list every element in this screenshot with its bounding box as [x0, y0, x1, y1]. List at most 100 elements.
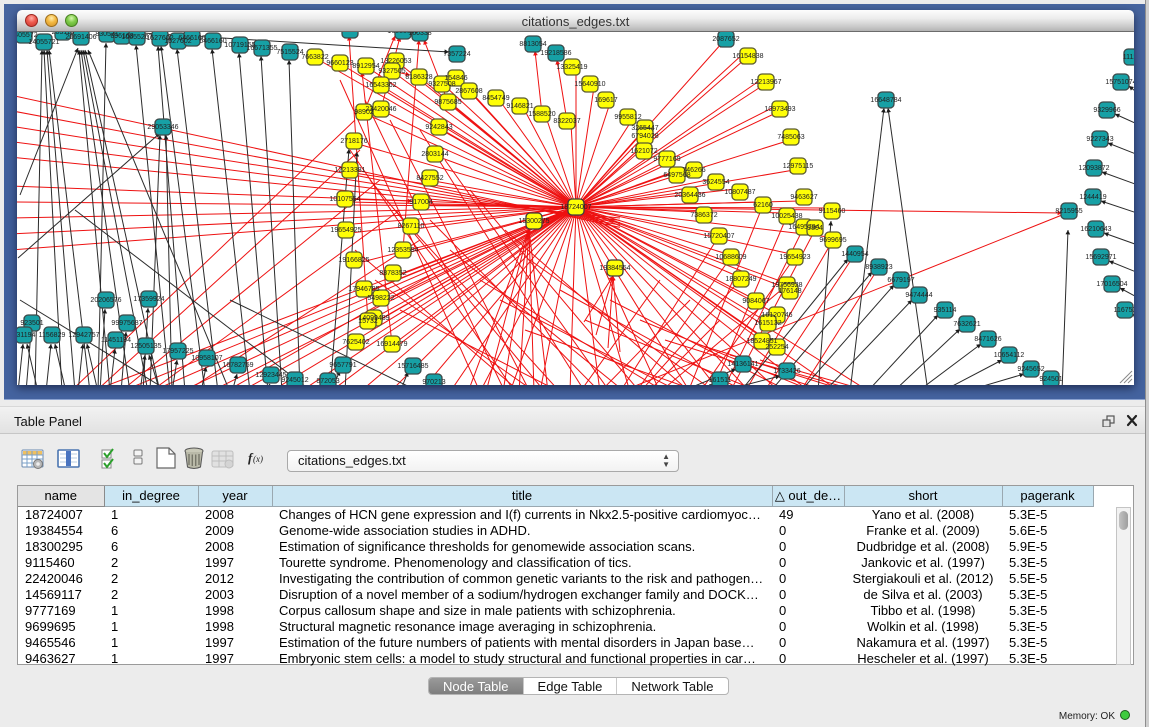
svg-text:2867608: 2867608 — [455, 88, 482, 95]
svg-text:8471626: 8471626 — [974, 336, 1001, 343]
svg-text:935114: 935114 — [934, 307, 957, 314]
svg-text:20364436: 20364436 — [674, 192, 705, 199]
svg-text:23420046: 23420046 — [365, 106, 396, 113]
svg-text:2087652: 2087652 — [712, 36, 739, 43]
svg-text:17946785: 17946785 — [348, 286, 379, 293]
svg-text:14136141: 14136141 — [727, 361, 758, 368]
svg-text:9660123: 9660123 — [326, 60, 353, 67]
svg-text:10958107: 10958107 — [191, 355, 222, 362]
svg-text:15716485: 15716485 — [397, 363, 428, 370]
svg-text:9084067: 9084067 — [742, 298, 769, 305]
svg-text:19654925: 19654925 — [330, 227, 361, 234]
svg-text:16210643: 16210643 — [1080, 226, 1111, 233]
svg-text:6679197: 6679197 — [887, 277, 914, 284]
svg-text:16782759: 16782759 — [222, 362, 253, 369]
svg-text:176148: 176148 — [778, 288, 801, 295]
svg-text:6497568: 6497568 — [663, 172, 690, 179]
svg-text:17957225: 17957225 — [162, 348, 193, 355]
svg-text:8938923: 8938923 — [865, 264, 892, 271]
svg-text:3624554: 3624554 — [702, 179, 729, 186]
svg-text:10973493: 10973493 — [764, 106, 795, 113]
svg-text:12975115: 12975115 — [783, 163, 814, 170]
svg-text:8322037: 8322037 — [553, 118, 580, 125]
svg-text:1244419: 1244419 — [1079, 194, 1106, 201]
svg-text:20691406: 20691406 — [65, 34, 96, 41]
svg-text:16154838: 16154838 — [732, 53, 763, 60]
svg-text:8813054: 8813054 — [519, 41, 546, 48]
svg-text:3265447: 3265447 — [631, 125, 658, 132]
svg-text:252254: 252254 — [765, 344, 788, 351]
svg-text:970213: 970213 — [422, 379, 445, 385]
svg-text:9245012: 9245012 — [281, 377, 308, 384]
svg-text:9955812: 9955812 — [614, 114, 641, 121]
svg-text:19654923: 19654923 — [779, 254, 810, 261]
svg-text:12213381: 12213381 — [334, 167, 365, 174]
svg-text:19166825: 19166825 — [338, 257, 369, 264]
svg-text:924501: 924501 — [1039, 376, 1062, 383]
svg-text:(x): (x) — [253, 454, 263, 464]
svg-text:10807487: 10807487 — [724, 189, 755, 196]
svg-text:160338: 160338 — [408, 32, 431, 37]
svg-text:8267110: 8267110 — [398, 223, 425, 230]
svg-text:9699695: 9699695 — [819, 237, 846, 244]
svg-text:9875685: 9875685 — [434, 99, 461, 106]
svg-text:7663822: 7663822 — [301, 54, 328, 61]
svg-text:17359924: 17359924 — [133, 296, 164, 303]
svg-text:8427552: 8427552 — [416, 175, 443, 182]
svg-text:9245652: 9245652 — [1017, 366, 1044, 373]
svg-text:99975687: 99975687 — [111, 320, 142, 327]
svg-text:9804: 9804 — [807, 225, 823, 232]
svg-text:16914479: 16914479 — [376, 341, 407, 348]
svg-text:12353594: 12353594 — [387, 247, 418, 254]
svg-text:19384554: 19384554 — [599, 265, 630, 272]
svg-text:9463627: 9463627 — [790, 194, 817, 201]
svg-text:18807249: 18807249 — [725, 276, 756, 283]
svg-text:9327508: 9327508 — [428, 81, 455, 88]
svg-text:7632621: 7632621 — [953, 321, 980, 328]
svg-text:15640910: 15640910 — [574, 81, 605, 88]
svg-text:15732: 15732 — [358, 318, 378, 325]
svg-text:10025438: 10025438 — [771, 213, 802, 220]
svg-text:9329966: 9329966 — [1093, 107, 1120, 114]
svg-text:20206576: 20206576 — [90, 297, 121, 304]
svg-text:62160: 62160 — [753, 202, 773, 209]
svg-text:16648784: 16648784 — [870, 97, 901, 104]
svg-text:8454749: 8454749 — [482, 95, 509, 102]
svg-text:11127: 11127 — [1123, 54, 1134, 61]
svg-text:18724007: 18724007 — [560, 204, 591, 211]
svg-text:16543362: 16543362 — [365, 82, 396, 89]
svg-text:11451194: 11451194 — [101, 337, 131, 344]
svg-text:9474444: 9474444 — [905, 292, 932, 299]
svg-text:13226053: 13226053 — [380, 58, 411, 65]
svg-text:9777169: 9777169 — [653, 156, 680, 163]
svg-text:1588520: 1588520 — [528, 111, 555, 118]
svg-text:917004: 917004 — [409, 199, 432, 206]
svg-text:12093872: 12093872 — [1078, 165, 1109, 172]
svg-text:9146821: 9146821 — [506, 103, 533, 110]
svg-text:6466160: 6466160 — [199, 38, 226, 45]
svg-text:7625402: 7625402 — [342, 339, 369, 346]
svg-text:19218586: 19218586 — [540, 50, 571, 57]
svg-text:16671355: 16671355 — [246, 45, 277, 52]
svg-text:7515524: 7515524 — [276, 49, 303, 56]
svg-text:10107554: 10107554 — [329, 196, 360, 203]
svg-text:8912954: 8912954 — [352, 63, 379, 70]
svg-text:9657791: 9657791 — [329, 362, 356, 369]
svg-text:29053346: 29053346 — [147, 124, 178, 131]
svg-text:931194: 931194 — [17, 332, 36, 339]
svg-text:7386372: 7386372 — [690, 212, 717, 219]
svg-text:1156829: 1156829 — [39, 332, 66, 339]
svg-text:9227343: 9227343 — [1086, 136, 1113, 143]
svg-text:7485063: 7485063 — [777, 134, 804, 141]
svg-text:8878352: 8878352 — [379, 270, 406, 277]
svg-text:15720407: 15720407 — [703, 233, 734, 240]
svg-text:923501: 923501 — [20, 320, 43, 327]
svg-text:12942757: 12942757 — [68, 332, 99, 339]
svg-text:1440954: 1440954 — [841, 251, 868, 258]
svg-text:12505135: 12505135 — [130, 343, 161, 350]
svg-text:9115460: 9115460 — [819, 208, 846, 215]
svg-text:2803144: 2803144 — [421, 151, 448, 158]
svg-text:12213967: 12213967 — [750, 79, 781, 86]
svg-text:6794028: 6794028 — [631, 133, 658, 140]
svg-text:154846: 154846 — [444, 75, 467, 82]
